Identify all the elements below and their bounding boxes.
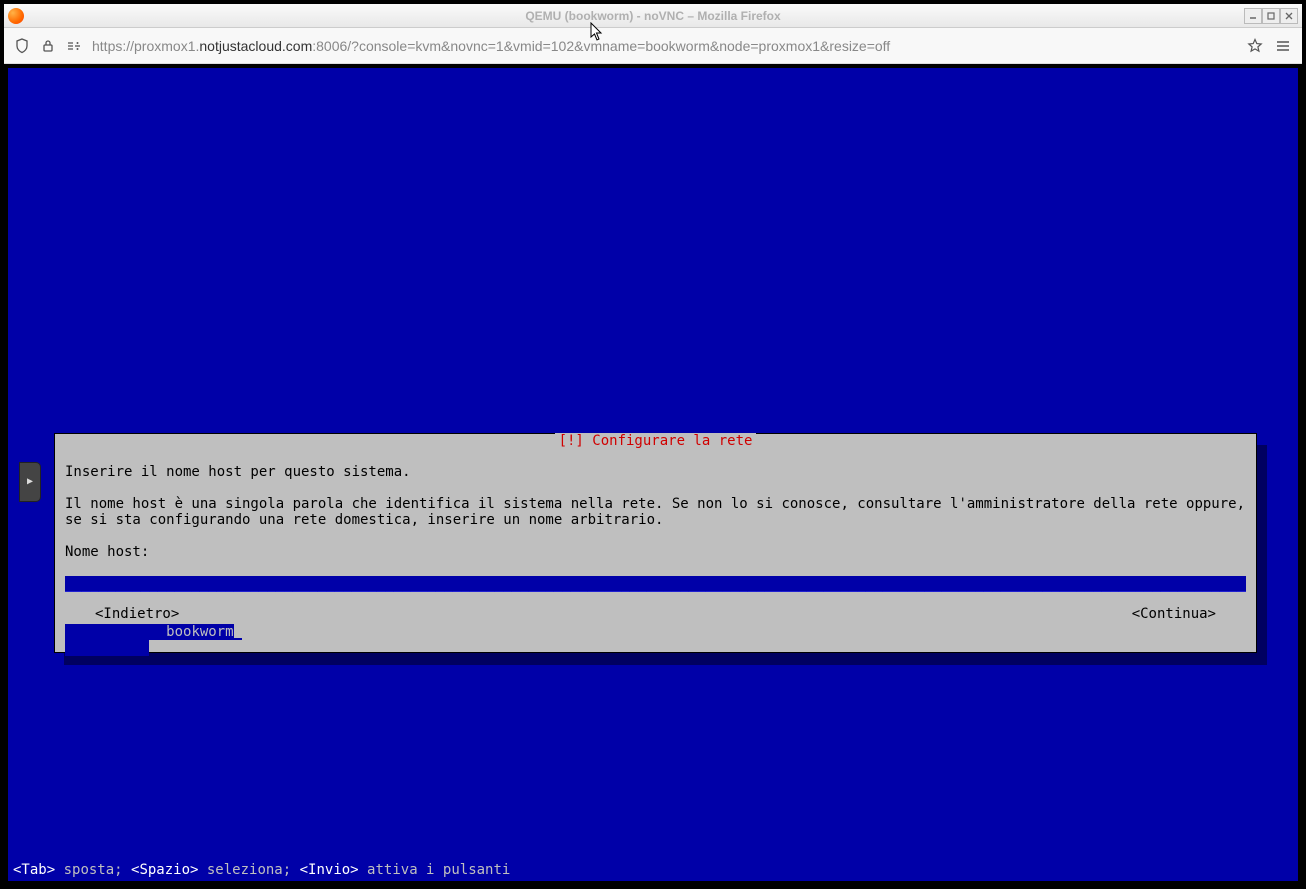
help-tab-key: <Tab> <box>13 862 55 878</box>
close-icon <box>1284 11 1294 21</box>
lock-icon[interactable] <box>40 38 56 54</box>
url-domain: notjustacloud.com <box>199 38 312 54</box>
vnc-console[interactable]: ▶ [!] Configurare la rete Inserire il no… <box>8 68 1298 881</box>
dialog-paragraph-2: Il nome host è una singola parola che id… <box>65 496 1246 528</box>
help-enter-text: attiva i pulsanti <box>359 862 511 878</box>
dialog-buttons: <Indietro> <Continua> <box>95 606 1216 622</box>
url-input[interactable]: https://proxmox1.notjustacloud.com:8006/… <box>92 38 1236 54</box>
titlebar-left <box>8 8 24 24</box>
window-title: QEMU (bookworm) - noVNC – Mozilla Firefo… <box>525 9 780 23</box>
back-button[interactable]: <Indietro> <box>95 606 179 622</box>
minimize-icon <box>1248 11 1258 21</box>
maximize-icon <box>1266 11 1276 21</box>
close-button[interactable] <box>1280 8 1298 24</box>
continue-button[interactable]: <Continua> <box>1132 606 1216 622</box>
help-line: <Tab> sposta; <Spazio> seleziona; <Invio… <box>13 862 1293 878</box>
hostname-value: bookworm <box>166 624 233 640</box>
dialog-title: [!] Configurare la rete <box>555 433 757 449</box>
input-underline: ________________________________________… <box>65 576 1246 592</box>
addressbar: https://proxmox1.notjustacloud.com:8006/… <box>4 28 1302 64</box>
url-protocol: https://proxmox1. <box>92 38 199 54</box>
minimize-button[interactable] <box>1244 8 1262 24</box>
help-enter-key: <Invio> <box>300 862 359 878</box>
help-space-text: seleziona; <box>198 862 299 878</box>
window-controls <box>1244 8 1298 24</box>
firefox-icon <box>8 8 24 24</box>
titlebar: QEMU (bookworm) - noVNC – Mozilla Firefo… <box>4 4 1302 28</box>
maximize-button[interactable] <box>1262 8 1280 24</box>
help-space-key: <Spazio> <box>131 862 198 878</box>
hostname-input[interactable]: ________________________________________… <box>65 576 1246 592</box>
permissions-icon[interactable] <box>66 38 82 54</box>
hostname-label: Nome host: <box>65 544 1246 560</box>
help-tab-text: sposta; <box>55 862 131 878</box>
chevron-right-icon: ▶ <box>27 474 33 490</box>
text-cursor <box>234 624 242 638</box>
shield-icon[interactable] <box>14 38 30 54</box>
hamburger-menu-icon[interactable] <box>1274 37 1292 55</box>
dialog-title-row: [!] Configurare la rete <box>55 433 1256 449</box>
window-frame: QEMU (bookworm) - noVNC – Mozilla Firefo… <box>0 0 1306 889</box>
url-path: :8006/?console=kvm&novnc=1&vmid=102&vmna… <box>312 38 890 54</box>
dialog-paragraph-1: Inserire il nome host per questo sistema… <box>65 464 1246 480</box>
installer-dialog: [!] Configurare la rete Inserire il nome… <box>54 433 1257 653</box>
novnc-panel-handle[interactable]: ▶ <box>19 462 41 502</box>
bookmark-star-icon[interactable] <box>1246 37 1264 55</box>
